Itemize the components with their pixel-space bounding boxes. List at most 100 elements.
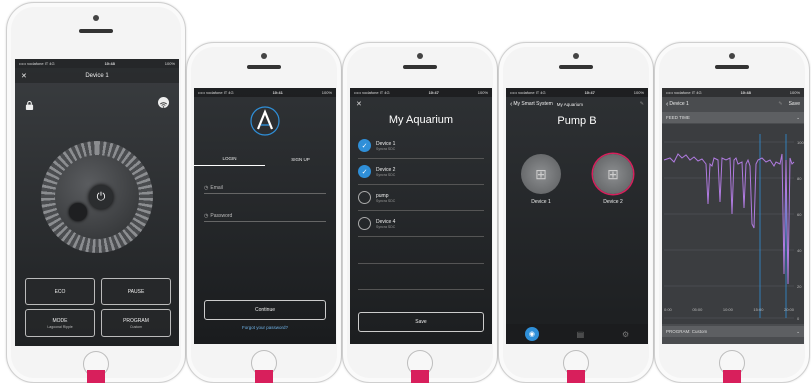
mode-button[interactable]: MODE Lagoonal Ripple <box>25 309 95 337</box>
page-title: Pump B <box>557 115 597 127</box>
x-tick: 20:00 <box>783 307 794 312</box>
program-bar[interactable]: PROGRAM: Custom ⌄ <box>662 326 804 337</box>
app-showcase: ••••• vodafone IT 4G 10:48 100% ✕ Device… <box>0 0 811 383</box>
bottom-tab-bar: ◉ ▤ ⚙ <box>506 324 648 344</box>
program-button[interactable]: PROGRAM Custom <box>101 309 171 337</box>
eco-button[interactable]: ECO <box>25 278 95 305</box>
pump-tab-icon[interactable]: ◉ <box>524 327 539 341</box>
back-link[interactable]: My Smart System <box>513 101 552 107</box>
x-tick: 05:00 <box>692 307 703 312</box>
email-placeholder: Email <box>210 185 223 191</box>
continue-label: Continue <box>254 307 275 313</box>
y-tick: 0 <box>797 316 800 321</box>
page-title: My Aquarium <box>388 114 454 126</box>
dial-face: ⏻ <box>55 155 139 239</box>
carrier-text: ••••• vodafone IT 4G <box>510 90 546 95</box>
device-row-4[interactable]: Device 4 Syncra SDC <box>358 211 484 237</box>
back-chevron-icon[interactable]: ‹ <box>666 101 668 108</box>
phone-speaker <box>403 65 437 69</box>
edit-icon[interactable]: ✎ <box>778 101 782 107</box>
check-icon[interactable]: ✓ <box>358 165 371 178</box>
y-tick: 20 <box>797 284 802 289</box>
nav-subtitle: My Aquarium <box>556 101 584 107</box>
status-time: 10:48 <box>104 61 115 66</box>
x-tick: 0:00 <box>664 307 672 312</box>
battery-text: 100% <box>164 61 175 66</box>
phone-pump: ••••• vodafone IT 4G 10:47 100% ‹ My Sma… <box>498 42 654 383</box>
unchecked-icon[interactable] <box>358 217 371 230</box>
y-tick: 80 <box>797 176 802 181</box>
device-name: Device 1 <box>376 140 396 147</box>
pump-screen: ••••• vodafone IT 4G 10:47 100% ‹ My Sma… <box>506 88 648 344</box>
y-tick: 100 <box>797 140 804 145</box>
phone-program-chart: ••••• vodafone IT 4G 10:48 100% ‹ Device… <box>654 42 810 383</box>
save-link[interactable]: Save <box>789 101 800 107</box>
eco-label: ECO <box>54 288 66 295</box>
schedule-tab-icon[interactable]: ▤ <box>577 330 585 339</box>
phone-camera <box>261 53 267 59</box>
feed-time-bar[interactable]: FEED TIME ⌄ <box>662 112 804 123</box>
close-icon[interactable]: ✕ <box>356 100 362 108</box>
continue-button[interactable]: Continue <box>204 300 326 320</box>
mode-label: MODE <box>52 317 68 324</box>
pause-button[interactable]: PAUSE <box>101 278 171 305</box>
flow-chart[interactable]: 100 80 60 40 20 0 0:00 05:00 10:00 15:00… <box>662 124 804 324</box>
device-type: Syncra SDC <box>376 198 396 203</box>
x-tick: 10:00 <box>722 307 733 312</box>
callout-marker <box>723 370 741 383</box>
nav-bar: ‹ My Smart System My Aquarium ✎ <box>510 99 644 109</box>
program-label: PROGRAM: Custom <box>666 329 708 334</box>
password-field[interactable]: ◷ Password <box>204 208 326 222</box>
pump-icon-device-2[interactable]: ⊞ <box>593 154 633 194</box>
close-icon[interactable]: ✕ <box>21 72 27 80</box>
device-row-3[interactable]: pump Syncra SDC <box>358 185 484 211</box>
device-type: Syncra SDC <box>376 224 396 229</box>
section-label: FEED TIME <box>666 115 690 120</box>
phone-speaker <box>247 65 281 69</box>
phone-speaker <box>715 65 749 69</box>
check-icon[interactable]: ✓ <box>358 139 371 152</box>
forgot-password-link[interactable]: Forgot your password? <box>204 325 326 330</box>
phone-camera <box>729 53 735 59</box>
carrier-text: ••••• vodafone IT 4G <box>19 61 55 66</box>
flow-chart-svg: 100 80 60 40 20 0 <box>663 134 804 321</box>
back-link[interactable]: Device 1 <box>669 101 688 107</box>
device-name: Device 4 <box>376 218 396 225</box>
app-logo <box>250 106 280 136</box>
tab-login[interactable]: LOGIN <box>194 152 265 166</box>
unchecked-icon[interactable] <box>358 191 371 204</box>
callout-marker <box>567 370 585 383</box>
back-chevron-icon[interactable]: ‹ <box>510 101 512 108</box>
phone-speaker <box>559 65 593 69</box>
password-placeholder: Password <box>210 213 233 219</box>
callout-marker <box>87 370 105 383</box>
mode-value: Lagoonal Ripple <box>47 324 73 329</box>
y-tick: 40 <box>797 248 802 253</box>
phone-aquarium: ••••• vodafone IT 4G 10:47 100% ✕ My Aqu… <box>342 42 498 383</box>
status-time: 10:47 <box>428 90 439 95</box>
save-label: Save <box>415 319 427 325</box>
device-type: Syncra SDC <box>376 146 396 151</box>
device-control-screen: ••••• vodafone IT 4G 10:48 100% ✕ Device… <box>15 59 179 346</box>
dial-indicator <box>69 203 87 221</box>
pump-icon-device-1[interactable]: ⊞ <box>521 154 561 194</box>
email-field[interactable]: ◷ Email <box>204 180 326 194</box>
power-icon[interactable]: ⏻ <box>89 185 113 209</box>
wifi-icon[interactable] <box>158 97 169 108</box>
lock-icon[interactable] <box>25 97 34 110</box>
status-bar: ••••• vodafone IT 4G 10:48 100% <box>662 88 804 97</box>
device-row-1[interactable]: ✓ Device 1 Syncra SDC <box>358 133 484 159</box>
device-row-2[interactable]: ✓ Device 2 Syncra SDC <box>358 159 484 185</box>
y-tick: 60 <box>797 212 802 217</box>
status-time: 10:47 <box>584 90 595 95</box>
status-time: 10:48 <box>740 90 751 95</box>
flow-dial[interactable]: ⏻ <box>41 141 153 253</box>
callout-marker <box>255 370 273 383</box>
carrier-text: ••••• vodafone IT 4G <box>354 90 390 95</box>
phone-speaker <box>79 29 113 33</box>
tab-signup[interactable]: SIGN UP <box>265 152 336 166</box>
save-button[interactable]: Save <box>358 312 484 332</box>
list-divider <box>358 263 484 264</box>
settings-gear-icon[interactable]: ⚙ <box>622 330 629 339</box>
edit-icon[interactable]: ✎ <box>640 101 644 107</box>
